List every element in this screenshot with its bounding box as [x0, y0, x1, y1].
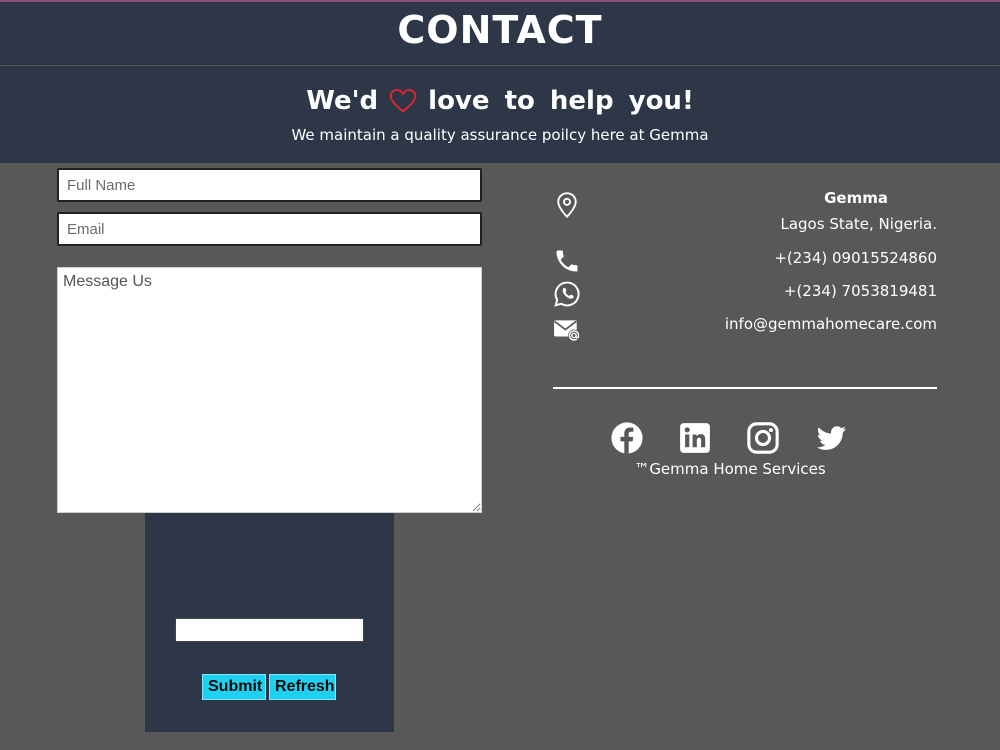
tagline-start: We'd — [306, 86, 379, 116]
copyright-text: ™Gemma Home Services — [634, 460, 826, 478]
mail-at-icon — [554, 320, 580, 342]
hero-banner: We'd love to help you! We maintain a qua… — [0, 66, 1000, 163]
tagline: We'd love to help you! — [0, 84, 1000, 118]
heart-outline-icon — [388, 86, 418, 116]
instagram-icon[interactable] — [746, 421, 780, 455]
location-pin-icon — [557, 192, 577, 218]
phone-number: +(234) 09015524860 — [774, 249, 937, 267]
facebook-icon[interactable] — [610, 421, 644, 455]
message-textarea[interactable] — [57, 267, 482, 513]
linkedin-icon[interactable] — [678, 421, 712, 455]
whatsapp-number: +(234) 7053819481 — [783, 282, 937, 300]
refresh-button[interactable]: Refresh — [269, 674, 336, 700]
hero-subtitle: We maintain a quality assurance poilcy h… — [291, 126, 709, 144]
tagline-end: love to help you! — [428, 86, 694, 116]
company-name: Gemma — [824, 189, 888, 207]
whatsapp-icon — [554, 281, 580, 307]
email-input[interactable] — [57, 212, 482, 246]
address-text: Lagos State, Nigeria. — [780, 215, 937, 233]
submit-button[interactable]: Submit — [202, 674, 266, 700]
email-address: info@gemmahomecare.com — [724, 315, 937, 333]
page-header: CONTACT — [0, 2, 1000, 65]
full-name-input[interactable] — [57, 168, 482, 202]
page-title: CONTACT — [397, 8, 603, 52]
section-divider — [553, 387, 937, 389]
social-links — [610, 421, 848, 455]
captcha-panel: Submit Refresh — [145, 513, 394, 732]
phone-icon — [556, 250, 578, 272]
twitter-icon[interactable] — [814, 421, 848, 455]
captcha-input[interactable] — [175, 618, 364, 642]
